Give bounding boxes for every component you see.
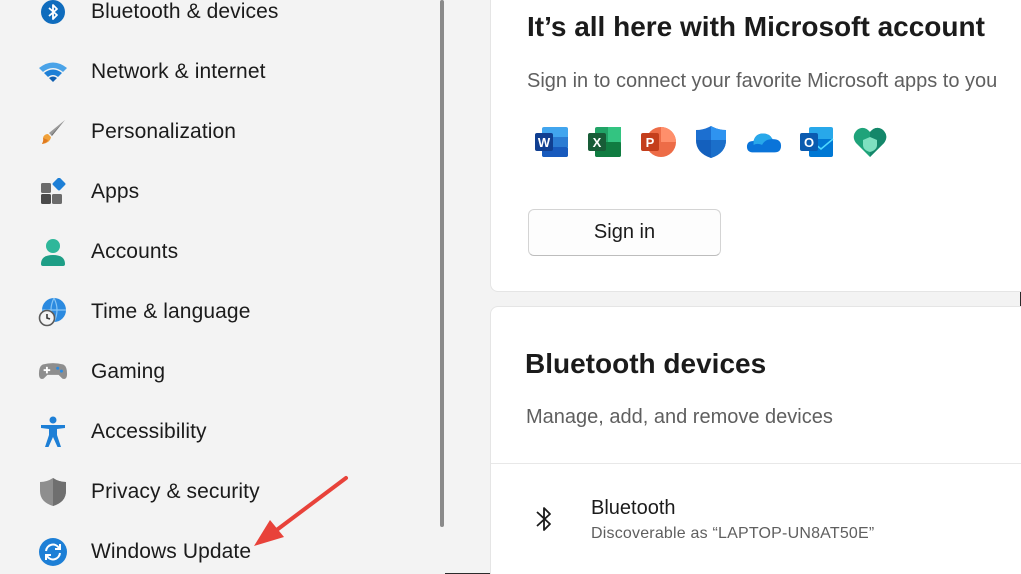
svg-text:W: W xyxy=(538,135,551,150)
onedrive-icon xyxy=(746,124,782,160)
sign-in-button[interactable]: Sign in xyxy=(528,209,721,256)
card-divider xyxy=(491,463,1021,464)
sidebar-item-label: Network & internet xyxy=(91,60,266,83)
bluetooth-devices-title: Bluetooth devices xyxy=(525,348,767,379)
brush-icon xyxy=(38,117,68,147)
outlook-icon: O xyxy=(799,124,835,160)
sidebar-item-label: Gaming xyxy=(91,360,166,383)
svg-text:O: O xyxy=(804,135,814,150)
svg-text:P: P xyxy=(646,135,655,150)
microsoft-apps-row: W X P O xyxy=(534,124,888,160)
defender-icon xyxy=(693,124,729,160)
sidebar-item-label: Time & language xyxy=(91,300,251,323)
sidebar-item-label: Bluetooth & devices xyxy=(91,0,279,23)
sidebar-nav: Bluetooth & devices Network & internet P… xyxy=(0,0,445,574)
bluetooth-toggle-label: Bluetooth xyxy=(591,497,676,519)
svg-text:X: X xyxy=(593,135,602,150)
accessibility-icon xyxy=(38,416,68,447)
sidebar-item-label: Accounts xyxy=(91,240,179,263)
microsoft-account-title: It’s all here with Microsoft account xyxy=(527,11,985,42)
sidebar-item-windows-update[interactable]: Windows Update xyxy=(28,528,428,574)
update-icon xyxy=(38,537,68,567)
sidebar-item-time-language[interactable]: Time & language xyxy=(28,288,428,336)
powerpoint-icon: P xyxy=(640,124,676,160)
sidebar-item-label: Windows Update xyxy=(91,540,252,563)
sidebar-item-bluetooth-devices[interactable]: Bluetooth & devices xyxy=(28,0,428,36)
sidebar-item-apps[interactable]: Apps xyxy=(28,168,428,216)
sidebar-item-label: Personalization xyxy=(91,120,237,143)
family-safety-icon xyxy=(852,124,888,160)
apps-icon xyxy=(38,177,68,207)
bluetooth-devices-subtitle: Manage, add, and remove devices xyxy=(526,406,833,428)
sidebar-item-accessibility[interactable]: Accessibility xyxy=(28,408,428,456)
sidebar-item-privacy-security[interactable]: Privacy & security xyxy=(28,468,428,516)
sidebar-item-gaming[interactable]: Gaming xyxy=(28,348,428,396)
wifi-icon xyxy=(38,57,68,87)
word-icon: W xyxy=(534,124,570,160)
bluetooth-symbol-icon xyxy=(530,502,558,536)
bluetooth-discoverable-status: Discoverable as “LAPTOP-UN8AT50E” xyxy=(591,525,875,542)
sidebar-item-personalization[interactable]: Personalization xyxy=(28,108,428,156)
excel-icon: X xyxy=(587,124,623,160)
bluetooth-icon xyxy=(38,0,68,27)
sidebar-item-network-internet[interactable]: Network & internet xyxy=(28,48,428,96)
shield-icon xyxy=(38,477,68,507)
gamepad-icon xyxy=(38,357,68,387)
annotation-arrow-icon xyxy=(254,476,348,546)
microsoft-account-subtitle: Sign in to connect your favorite Microso… xyxy=(527,70,998,92)
sidebar-item-accounts[interactable]: Accounts xyxy=(28,228,428,276)
person-icon xyxy=(38,237,68,267)
globe-clock-icon xyxy=(38,297,68,327)
sidebar-item-label: Apps xyxy=(91,180,140,203)
sidebar-item-label: Privacy & security xyxy=(91,480,260,503)
sidebar-item-label: Accessibility xyxy=(91,420,207,443)
sidebar-scrollbar[interactable] xyxy=(440,0,444,527)
